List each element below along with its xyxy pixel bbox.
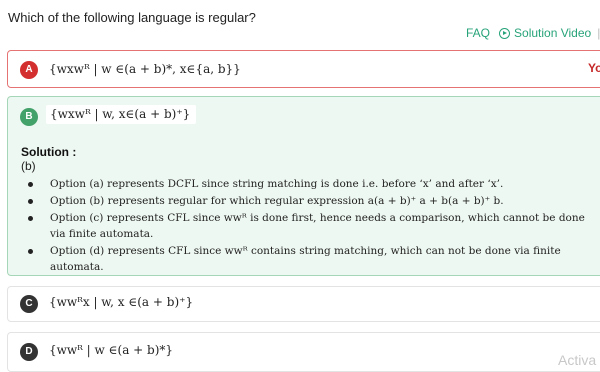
- solution-point: Option (c) represents CFL since wwᴿ is d…: [28, 210, 600, 242]
- option-d-text: {wwᴿ | w ∈(a + b)*}: [49, 343, 174, 357]
- bullet-icon: [28, 199, 33, 204]
- solution-point-text: Option (b) represents regular for which …: [50, 195, 504, 207]
- option-b-badge: B: [20, 108, 38, 126]
- solution-video-link[interactable]: Solution Video: [514, 26, 591, 40]
- option-c-badge: C: [20, 295, 38, 313]
- solution-title: Solution :: [21, 145, 77, 159]
- activation-watermark: Activa: [558, 352, 597, 368]
- top-links: FAQ Solution Video | Ha: [466, 26, 600, 40]
- solution-point: Option (d) represents CFL since wwᴿ cont…: [28, 243, 600, 275]
- play-circle-icon[interactable]: [499, 27, 511, 39]
- solution-point-text: Option (a) represents DCFL since string …: [50, 178, 504, 190]
- solution-explanation-list: Option (a) represents DCFL since string …: [28, 176, 600, 276]
- your-answer-label: Yo: [588, 61, 600, 75]
- option-a-badge: A: [20, 61, 38, 79]
- solution-point-text: Option (c) represents CFL since wwᴿ is d…: [50, 212, 585, 240]
- option-c-text: {wwᴿx | w, x ∈(a + b)⁺}: [49, 295, 194, 309]
- solution-answer: (b): [21, 159, 36, 173]
- option-d[interactable]: D {wwᴿ | w ∈(a + b)*}: [7, 332, 600, 372]
- option-d-badge: D: [20, 343, 38, 361]
- option-c[interactable]: C {wwᴿx | w, x ∈(a + b)⁺}: [7, 286, 600, 322]
- bullet-icon: [28, 216, 33, 221]
- solution-point: Option (a) represents DCFL since string …: [28, 176, 600, 192]
- option-a-text: {wxwᴿ | w ∈(a + b)*, x∈{a, b}}: [49, 62, 241, 76]
- solution-point: Option (b) represents regular for which …: [28, 193, 600, 209]
- bullet-icon: [28, 249, 33, 254]
- option-a[interactable]: A {wxwᴿ | w ∈(a + b)*, x∈{a, b}} Yo: [7, 50, 600, 88]
- option-b-text: {wxwᴿ | w, x∈(a + b)⁺}: [46, 105, 197, 124]
- question-text: Which of the following language is regul…: [8, 10, 256, 25]
- option-b[interactable]: B {wxwᴿ | w, x∈(a + b)⁺} Solution : (b) …: [7, 96, 600, 276]
- solution-point-text: Option (d) represents CFL since wwᴿ cont…: [50, 245, 561, 273]
- faq-link[interactable]: FAQ: [466, 26, 490, 40]
- bullet-icon: [28, 182, 33, 187]
